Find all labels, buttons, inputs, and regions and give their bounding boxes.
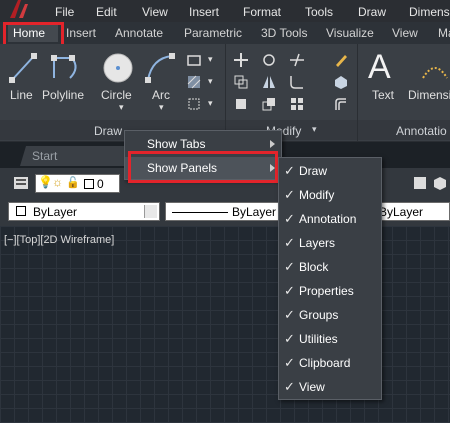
linetype-dropdown[interactable]: ByLayer bbox=[165, 202, 285, 221]
checkmark-icon: ✓ bbox=[284, 187, 295, 202]
circle-tool-label[interactable]: Circle bbox=[101, 88, 132, 102]
rectangle-dropdown-icon[interactable]: ▾ bbox=[208, 54, 213, 65]
modify-panel-dropdown-icon[interactable]: ▾ bbox=[312, 124, 317, 135]
offset-icon[interactable] bbox=[333, 96, 349, 112]
menu-format[interactable]: Format bbox=[243, 5, 281, 19]
fillet-icon[interactable] bbox=[289, 74, 305, 90]
checkmark-icon: ✓ bbox=[284, 283, 295, 298]
tab-insert[interactable]: Insert bbox=[66, 25, 96, 42]
panels-submenu: ✓ Draw ✓ Modify ✓ Annotation ✓ Layers ✓ Block… bbox=[278, 157, 382, 400]
match-properties-icon[interactable] bbox=[412, 175, 428, 191]
tab-parametric[interactable]: Parametric bbox=[184, 25, 242, 42]
menu-tools[interactable]: Tools bbox=[305, 5, 333, 19]
viewport-controls[interactable]: [−][Top][2D Wireframe] bbox=[4, 234, 114, 246]
menu-dimension[interactable]: Dimens bbox=[409, 5, 450, 19]
submenu-arrow-icon bbox=[270, 140, 275, 148]
show-panels-highlight bbox=[128, 151, 278, 183]
checkmark-icon: ✓ bbox=[284, 235, 295, 250]
layer-name: 0 bbox=[97, 177, 104, 191]
array-icon[interactable] bbox=[289, 96, 305, 112]
app-logo-icon[interactable] bbox=[6, 0, 36, 18]
mirror-icon[interactable] bbox=[261, 74, 277, 90]
checkmark-icon: ✓ bbox=[284, 307, 295, 322]
scale-icon[interactable] bbox=[261, 96, 277, 112]
menu-draw[interactable]: Draw bbox=[358, 5, 386, 19]
panel-item-clipboard[interactable]: ✓ Clipboard bbox=[279, 351, 384, 375]
checkmark-icon: ✓ bbox=[284, 211, 295, 226]
panel-item-annotation[interactable]: ✓ Annotation bbox=[279, 207, 384, 231]
trim-icon[interactable] bbox=[289, 52, 305, 68]
polyline-tool-label[interactable]: Polyline bbox=[42, 88, 84, 102]
layer-dropdown[interactable]: 💡 ☼ 🔓 0 bbox=[35, 174, 120, 193]
dimension-tool-label[interactable]: Dimensi bbox=[408, 88, 450, 102]
hatch-icon[interactable] bbox=[186, 74, 202, 90]
chevron-down-icon[interactable] bbox=[144, 205, 157, 218]
arc-icon[interactable] bbox=[144, 52, 176, 84]
erase-icon[interactable] bbox=[333, 52, 349, 68]
rotate-icon[interactable] bbox=[261, 52, 277, 68]
layer-properties-icon[interactable] bbox=[13, 175, 29, 191]
color-dropdown[interactable]: ByLayer bbox=[8, 202, 160, 221]
tab-annotate[interactable]: Annotate bbox=[115, 25, 163, 42]
panel-item-utilities[interactable]: ✓ Utilities bbox=[279, 327, 384, 351]
menu-bar: File Edit View Insert Format Tools Draw … bbox=[0, 0, 450, 22]
panel-item-groups[interactable]: ✓ Groups bbox=[279, 303, 384, 327]
arc-tool-label[interactable]: Arc bbox=[152, 88, 170, 102]
tab-view[interactable]: View bbox=[392, 25, 418, 42]
text-icon[interactable]: A bbox=[368, 48, 391, 87]
color-value: ByLayer bbox=[33, 205, 78, 219]
move-icon[interactable] bbox=[233, 52, 249, 68]
draw-panel-title[interactable]: Draw bbox=[94, 124, 122, 138]
tab-visualize[interactable]: Visualize bbox=[326, 25, 374, 42]
checkmark-icon: ✓ bbox=[284, 379, 295, 394]
checkmark-icon: ✓ bbox=[284, 355, 295, 370]
panel-item-draw[interactable]: ✓ Draw bbox=[279, 159, 384, 183]
polyline-icon[interactable] bbox=[50, 52, 84, 84]
hatch-dropdown-icon[interactable]: ▾ bbox=[208, 76, 213, 87]
rectangle-icon[interactable] bbox=[186, 52, 202, 68]
stretch-icon[interactable] bbox=[233, 96, 249, 112]
ribbon-tab-bar: Home Insert Annotate Parametric 3D Tools… bbox=[0, 22, 450, 44]
annotation-panel-title[interactable]: Annotatio bbox=[396, 124, 447, 138]
panel-item-modify[interactable]: ✓ Modify bbox=[279, 183, 384, 207]
autocad-window: File Edit View Insert Format Tools Draw … bbox=[0, 0, 450, 423]
layer-color-swatch bbox=[84, 179, 94, 189]
circle-dropdown-icon[interactable]: ▾ bbox=[119, 102, 124, 113]
explode-icon[interactable] bbox=[333, 74, 349, 90]
unlock-icon[interactable]: 🔓 bbox=[66, 176, 80, 189]
circle-icon[interactable] bbox=[102, 52, 134, 84]
checkmark-icon: ✓ bbox=[284, 331, 295, 346]
panel-item-layers[interactable]: ✓ Layers bbox=[279, 231, 384, 255]
tab-manage[interactable]: Ma bbox=[438, 25, 450, 42]
region-icon[interactable] bbox=[186, 96, 202, 112]
lineweight-dropdown[interactable]: ByLayer bbox=[374, 202, 450, 221]
copy-icon[interactable] bbox=[233, 74, 249, 90]
panel-item-view[interactable]: ✓ View bbox=[279, 375, 384, 399]
line-icon[interactable] bbox=[8, 52, 38, 84]
linetype-value: ByLayer bbox=[232, 205, 277, 219]
linetype-preview bbox=[172, 212, 228, 213]
checkmark-icon: ✓ bbox=[284, 259, 295, 274]
start-tab-label[interactable]: Start bbox=[32, 149, 57, 163]
panel-item-properties[interactable]: ✓ Properties bbox=[279, 279, 384, 303]
sun-icon[interactable]: ☼ bbox=[52, 175, 63, 189]
checkmark-icon: ✓ bbox=[284, 163, 295, 178]
light-bulb-icon[interactable]: 💡 bbox=[38, 175, 53, 189]
arc-dropdown-icon[interactable]: ▾ bbox=[159, 102, 164, 113]
region-dropdown-icon[interactable]: ▾ bbox=[208, 98, 213, 109]
line-tool-label[interactable]: Line bbox=[10, 88, 33, 102]
view-cube-icon[interactable] bbox=[432, 175, 448, 191]
menu-file[interactable]: File bbox=[55, 5, 74, 19]
menu-edit[interactable]: Edit bbox=[96, 5, 117, 19]
menu-insert[interactable]: Insert bbox=[189, 5, 219, 19]
menu-view[interactable]: View bbox=[142, 5, 168, 19]
text-tool-label[interactable]: Text bbox=[372, 88, 394, 102]
panel-item-block[interactable]: ✓ Block bbox=[279, 255, 384, 279]
lineweight-value: ByLayer bbox=[379, 205, 424, 219]
color-swatch bbox=[16, 206, 26, 216]
dimension-icon[interactable] bbox=[420, 60, 450, 82]
tab-3d-tools[interactable]: 3D Tools bbox=[261, 25, 307, 42]
